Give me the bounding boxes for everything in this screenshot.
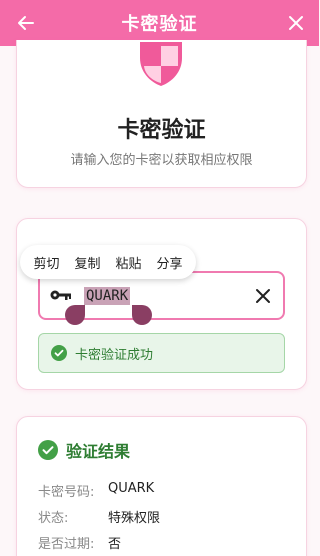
result-row-status: 状态: 特殊权限 — [38, 507, 160, 526]
check-circle-icon — [51, 345, 67, 361]
key-icon — [50, 290, 71, 300]
selection-handle-end[interactable] — [132, 305, 152, 325]
result-label: 卡密号码: — [38, 485, 95, 500]
result-value: 否 — [108, 537, 122, 552]
menu-item-share[interactable]: 分享 — [156, 253, 182, 272]
selection-handle-start[interactable] — [65, 305, 85, 325]
shield-icon — [140, 42, 182, 86]
text-context-menu: 剪切 复制 粘贴 分享 — [20, 245, 196, 279]
result-value: 特殊权限 — [108, 511, 161, 526]
result-row-expired: 是否过期: 否 — [38, 533, 121, 552]
menu-item-paste[interactable]: 粘贴 — [115, 253, 141, 272]
clear-icon[interactable] — [253, 286, 273, 306]
intro-subtitle: 请输入您的卡密以获取相应权限 — [70, 153, 253, 168]
result-value: QUARK — [108, 481, 155, 496]
page-title: 卡密验证 — [121, 14, 198, 35]
check-circle-icon — [38, 440, 58, 460]
result-label: 是否过期: — [38, 537, 95, 552]
arrow-left-icon — [18, 16, 34, 30]
success-message: 卡密验证成功 — [75, 347, 154, 363]
result-row-key: 卡密号码: QUARK — [38, 481, 154, 500]
result-header: 验证结果 — [38, 438, 130, 462]
result-title: 验证结果 — [66, 442, 131, 461]
input-value: QUARK — [84, 287, 131, 305]
menu-item-cut[interactable]: 剪切 — [33, 253, 59, 272]
close-icon — [289, 16, 303, 30]
success-alert: 卡密验证成功 — [38, 333, 285, 373]
menu-item-copy[interactable]: 复制 — [74, 253, 100, 272]
result-label: 状态: — [38, 511, 69, 526]
intro-title: 卡密验证 — [117, 118, 206, 143]
